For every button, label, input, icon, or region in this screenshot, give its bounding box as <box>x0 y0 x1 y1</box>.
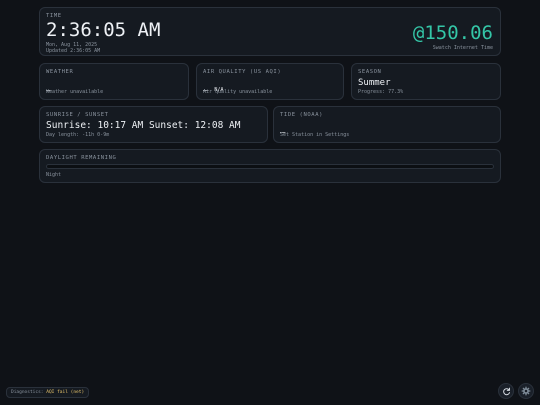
diagnostics-badge: Diagnostics: AQI fail (net) <box>6 387 90 398</box>
weather-card: WEATHER — Weather unavailable <box>39 63 189 100</box>
sun-times: Sunrise: 10:17 AM Sunset: 12:08 AM <box>46 120 241 131</box>
air-quality-label: AIR QUALITY (US AQI) <box>203 69 282 75</box>
weather-label: WEATHER <box>46 69 74 75</box>
season-value: Summer <box>358 78 391 88</box>
daylight-progress-bar <box>46 164 494 169</box>
season-label: SEASON <box>358 69 382 75</box>
daylight-status: Night <box>46 172 62 178</box>
tide-status: Set Station in Settings <box>280 132 350 138</box>
air-quality-card: AIR QUALITY (US AQI) — N/A Air quality un… <box>196 63 344 100</box>
air-quality-status: Air quality unavailable <box>203 89 273 95</box>
tide-label: TIDE (NOAA) <box>280 112 324 118</box>
sun-card: SUNRISE / SUNSET Sunrise: 10:17 AM Sunse… <box>39 106 268 143</box>
time-updated: Updated 2:36:05 AM <box>46 48 101 54</box>
internet-time-value: @150.06 <box>412 22 493 44</box>
refresh-icon <box>502 387 510 395</box>
daylight-card: DAYLIGHT REMAINING Night <box>39 149 501 183</box>
season-card: SEASON Summer Progress: 77.3% <box>351 63 501 100</box>
internet-time-caption: Swatch Internet Time <box>432 45 493 51</box>
time-card: TIME 2:36:05 AM Mon, Aug 11, 2025 Update… <box>39 7 501 56</box>
sun-label: SUNRISE / SUNSET <box>46 112 109 118</box>
weather-status: Weather unavailable <box>46 89 104 95</box>
settings-button[interactable] <box>518 383 534 399</box>
refresh-button[interactable] <box>498 383 514 399</box>
diagnostics-value: AQI fail (net) <box>46 390 85 395</box>
tide-card: TIDE (NOAA) — Set Station in Settings <box>273 106 501 143</box>
season-progress: Progress: 77.3% <box>358 89 404 95</box>
daylight-label: DAYLIGHT REMAINING <box>46 155 117 161</box>
dashboard-page: TIME 2:36:05 AM Mon, Aug 11, 2025 Update… <box>0 0 540 405</box>
diagnostics-label: Diagnostics: <box>11 390 44 395</box>
time-value: 2:36:05 AM <box>46 19 161 41</box>
gear-icon <box>521 386 531 396</box>
day-length: Day length: -11h 0-9m <box>46 132 110 138</box>
